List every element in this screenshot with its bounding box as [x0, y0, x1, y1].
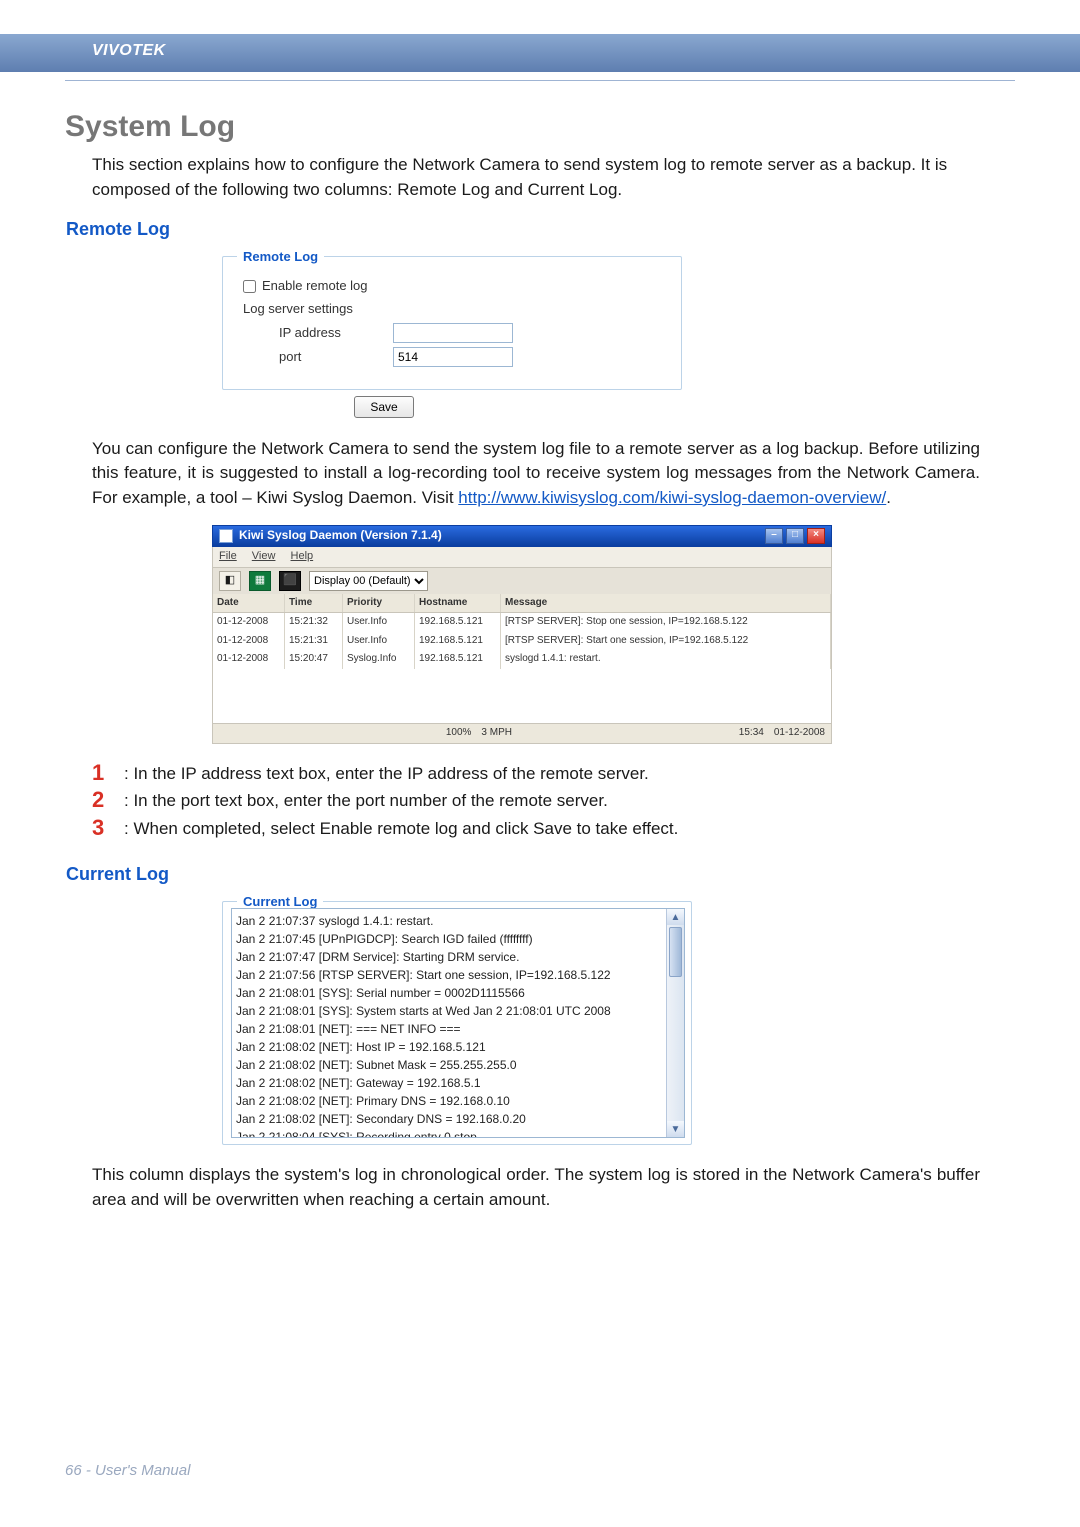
current-log-textarea[interactable]: Jan 2 21:07:37 syslogd 1.4.1: restart. J… — [231, 908, 685, 1138]
log-line: Jan 2 21:08:01 [SYS]: System starts at W… — [236, 1002, 680, 1020]
scrollbar[interactable]: ▲ ▼ — [666, 909, 684, 1137]
toolbar: ◧ ▦ ⬛ Display 00 (Default) — [212, 568, 832, 594]
ip-address-input[interactable] — [393, 323, 513, 343]
page-number: 66 — [65, 1462, 82, 1479]
status-time: 15:34 — [739, 726, 764, 741]
steps-list: 1 : In the IP address text box, enter th… — [92, 762, 980, 841]
current-log-figure: Current Log Jan 2 21:07:37 syslogd 1.4.1… — [222, 901, 692, 1145]
step-number-3: 3 — [92, 817, 124, 839]
col-message[interactable]: Message — [501, 594, 831, 613]
status-percent: 100% — [446, 726, 472, 741]
col-date[interactable]: Date — [213, 594, 285, 613]
log-line: Jan 2 21:08:01 [SYS]: Serial number = 00… — [236, 984, 680, 1002]
remote-log-legend: Remote Log — [237, 248, 324, 267]
remote-log-desc-end: . — [886, 488, 891, 507]
kiwi-syslog-window: Kiwi Syslog Daemon (Version 7.1.4) – □ ×… — [212, 525, 832, 744]
close-button[interactable]: × — [807, 528, 825, 544]
menu-view[interactable]: View — [252, 550, 276, 562]
kiwi-link[interactable]: http://www.kiwisyslog.com/kiwi-syslog-da… — [458, 488, 886, 507]
log-line: Jan 2 21:07:56 [RTSP SERVER]: Start one … — [236, 966, 680, 984]
page-footer: 66 - User's Manual — [65, 1462, 190, 1479]
port-label: port — [243, 348, 393, 367]
scroll-up-icon[interactable]: ▲ — [667, 909, 684, 925]
header-rule — [65, 80, 1015, 81]
minimize-button[interactable]: – — [765, 528, 783, 544]
log-line: Jan 2 21:08:02 [NET]: Secondary DNS = 19… — [236, 1110, 680, 1128]
remote-log-description: You can configure the Network Camera to … — [92, 437, 980, 511]
log-line: Jan 2 21:08:01 [NET]: === NET INFO === — [236, 1020, 680, 1038]
table-header: Date Time Priority Hostname Message — [213, 594, 831, 614]
enable-remote-log-label: Enable remote log — [262, 277, 412, 296]
col-hostname[interactable]: Hostname — [415, 594, 501, 613]
intro-paragraph: This section explains how to configure t… — [92, 153, 980, 202]
menu-help[interactable]: Help — [291, 550, 314, 562]
app-icon — [219, 529, 233, 543]
window-titlebar: Kiwi Syslog Daemon (Version 7.1.4) – □ × — [212, 525, 832, 547]
log-line: Jan 2 21:07:37 syslogd 1.4.1: restart. — [236, 912, 680, 930]
ip-address-label: IP address — [243, 324, 393, 343]
step-1-text: In the IP address text box, enter the IP… — [133, 764, 648, 783]
status-rate: 3 MPH — [481, 726, 512, 741]
log-line: Jan 2 21:08:04 [SYS]: Recording entry 0 … — [236, 1128, 680, 1138]
remote-log-heading: Remote Log — [66, 216, 980, 242]
scroll-thumb[interactable] — [669, 927, 682, 977]
current-log-heading: Current Log — [66, 861, 980, 887]
toolbar-button-3[interactable]: ⬛ — [279, 571, 301, 591]
col-time[interactable]: Time — [285, 594, 343, 613]
table-row[interactable]: 01-12-2008 15:20:47 Syslog.Info 192.168.… — [213, 650, 831, 669]
log-line: Jan 2 21:07:47 [DRM Service]: Starting D… — [236, 948, 680, 966]
menu-file[interactable]: File — [219, 550, 237, 562]
toolbar-button-1[interactable]: ◧ — [219, 571, 241, 591]
display-select[interactable]: Display 00 (Default) — [309, 571, 428, 591]
log-server-settings-label: Log server settings — [243, 300, 393, 319]
status-bar: 100% 3 MPH 15:34 01-12-2008 — [212, 724, 832, 744]
log-line: Jan 2 21:08:02 [NET]: Subnet Mask = 255.… — [236, 1056, 680, 1074]
enable-remote-log-checkbox[interactable] — [243, 280, 256, 293]
step-3-text: When completed, select Enable remote log… — [133, 819, 678, 838]
save-button[interactable]: Save — [354, 396, 414, 418]
maximize-button[interactable]: □ — [786, 528, 804, 544]
status-date: 01-12-2008 — [774, 726, 825, 741]
window-title: Kiwi Syslog Daemon (Version 7.1.4) — [239, 527, 442, 544]
scroll-down-icon[interactable]: ▼ — [667, 1121, 684, 1137]
table-row[interactable]: 01-12-2008 15:21:31 User.Info 192.168.5.… — [213, 632, 831, 651]
page-title: System Log — [65, 110, 235, 144]
port-input[interactable] — [393, 347, 513, 367]
log-line: Jan 2 21:08:02 [NET]: Host IP = 192.168.… — [236, 1038, 680, 1056]
log-line: Jan 2 21:08:02 [NET]: Primary DNS = 192.… — [236, 1092, 680, 1110]
menu-bar: File View Help — [212, 547, 832, 568]
remote-log-figure: Remote Log Enable remote log Log server … — [222, 256, 980, 418]
step-number-2: 2 — [92, 789, 124, 811]
footer-label: User's Manual — [95, 1462, 190, 1479]
log-line: Jan 2 21:07:45 [UPnPIGDCP]: Search IGD f… — [236, 930, 680, 948]
step-number-1: 1 — [92, 762, 124, 784]
log-line: Jan 2 21:08:02 [NET]: Gateway = 192.168.… — [236, 1074, 680, 1092]
table-row[interactable]: 01-12-2008 15:21:32 User.Info 192.168.5.… — [213, 613, 831, 632]
log-table: Date Time Priority Hostname Message 01-1… — [212, 594, 832, 724]
col-priority[interactable]: Priority — [343, 594, 415, 613]
brand-label: VIVOTEK — [92, 42, 166, 60]
toolbar-button-2[interactable]: ▦ — [249, 571, 271, 591]
step-2-text: In the port text box, enter the port num… — [133, 791, 607, 810]
current-log-description: This column displays the system's log in… — [92, 1163, 980, 1212]
